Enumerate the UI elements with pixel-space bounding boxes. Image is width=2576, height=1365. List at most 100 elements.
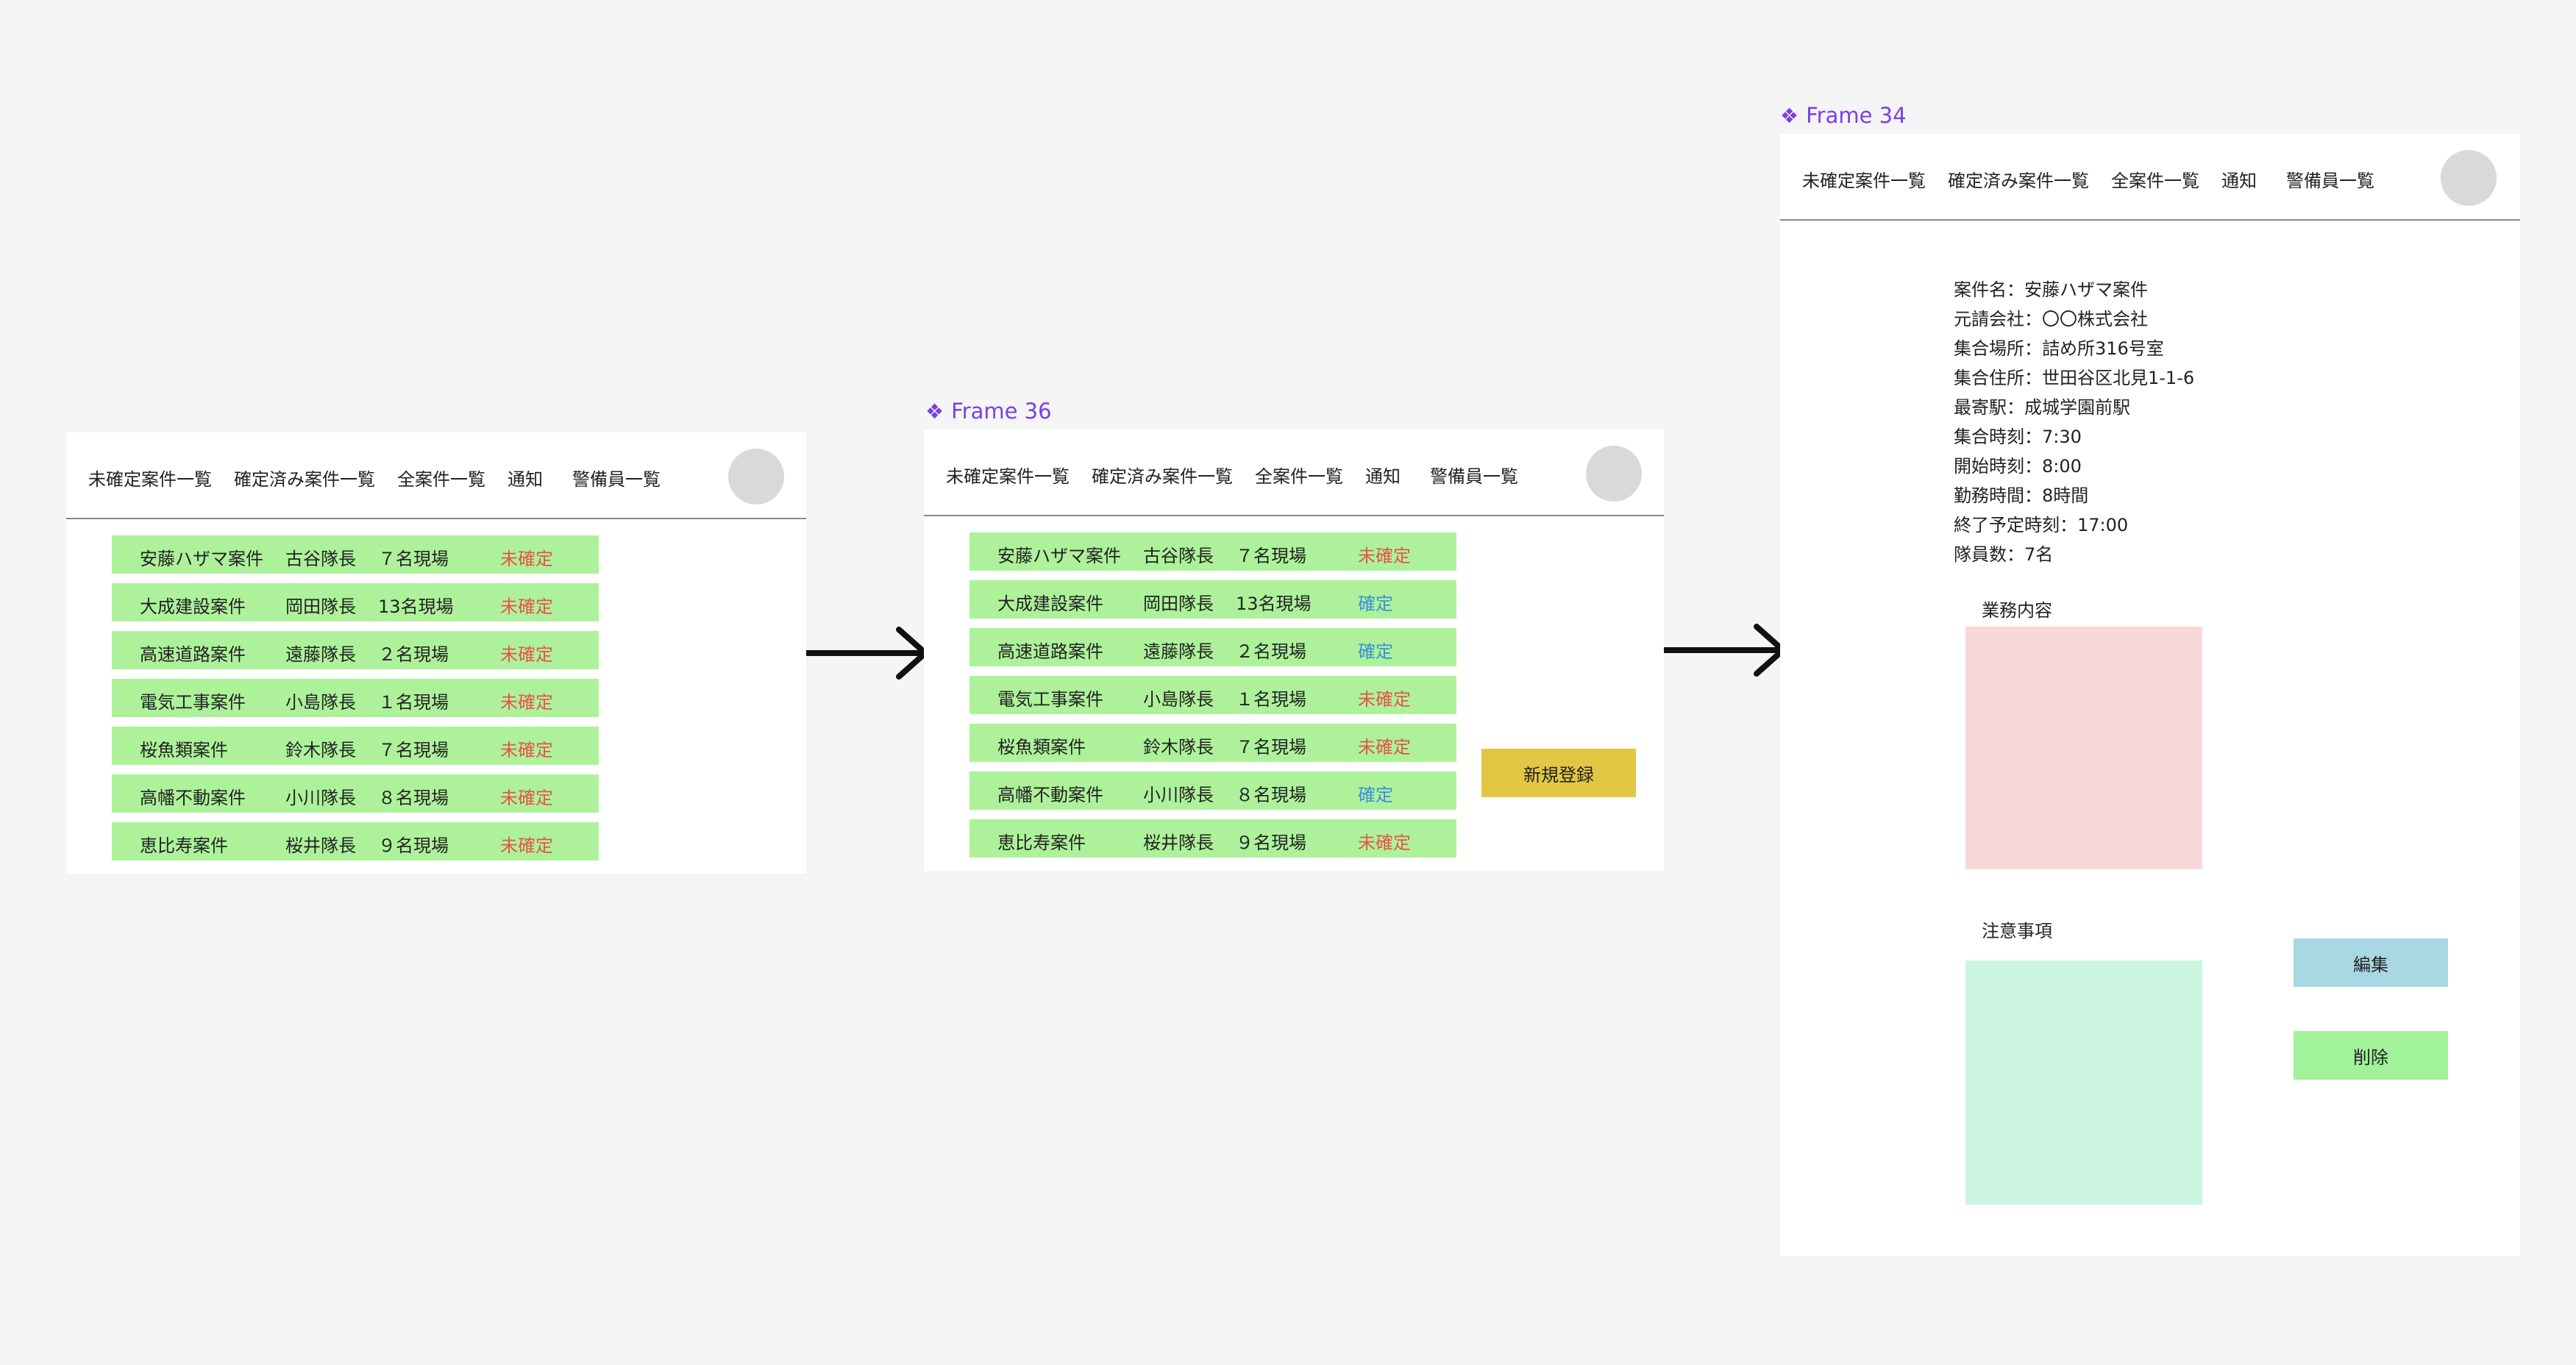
avatar[interactable] — [1586, 446, 1642, 502]
arrow-right-icon — [1664, 624, 1786, 677]
nav-bar: 未確定案件一覧 確定済み案件一覧 全案件一覧 通知 警備員一覧 — [1780, 134, 2520, 221]
nav-item-unconfirmed[interactable]: 未確定案件一覧 — [88, 465, 212, 491]
case-leader: 岡田隊長 — [1143, 594, 1214, 614]
detail-meeting-address: 集合住所：世田谷区北見1-1-6 — [1954, 368, 2195, 388]
case-leader: 鈴木隊長 — [1143, 737, 1214, 758]
case-leader: 桜井隊長 — [285, 835, 356, 856]
frame-34: 未確定案件一覧 確定済み案件一覧 全案件一覧 通知 警備員一覧 案件名：安藤ハザ… — [1780, 134, 2520, 1256]
avatar[interactable] — [728, 449, 784, 505]
case-row[interactable]: 桜魚類案件 鈴木隊長 ７名現場 未確定 — [969, 724, 1456, 762]
case-leader: 小島隊長 — [1143, 689, 1214, 710]
nav-item-confirmed[interactable]: 確定済み案件一覧 — [234, 465, 375, 491]
case-status: 未確定 — [500, 644, 553, 665]
nav-item-unconfirmed[interactable]: 未確定案件一覧 — [946, 462, 1070, 488]
frame-label-text: Frame 36 — [951, 399, 1052, 424]
case-name: 恵比寿案件 — [140, 835, 228, 856]
case-name: 安藤ハザマ案件 — [140, 549, 263, 569]
case-name: 大成建設案件 — [140, 596, 246, 617]
case-status: 未確定 — [1358, 833, 1411, 853]
case-name: 大成建設案件 — [997, 594, 1103, 614]
case-row[interactable]: 電気工事案件 小島隊長 １名現場 未確定 — [969, 676, 1456, 714]
frame-36: 未確定案件一覧 確定済み案件一覧 全案件一覧 通知 警備員一覧 安藤ハザマ案件 古… — [924, 430, 1664, 871]
case-row[interactable]: 高幡不動案件 小川隊長 ８名現場 確定 — [969, 771, 1456, 810]
detail-nearest-station: 最寄駅：成城学園前駅 — [1954, 397, 2130, 418]
work-content-box[interactable] — [1965, 627, 2202, 869]
case-site-size: １名現場 — [1236, 689, 1306, 710]
case-status: 未確定 — [500, 596, 553, 617]
case-status: 未確定 — [500, 692, 553, 713]
nav-item-notifications[interactable]: 通知 — [2221, 166, 2257, 192]
case-name: 高幡不動案件 — [140, 788, 246, 808]
case-leader: 遠藤隊長 — [285, 644, 356, 665]
case-status: 未確定 — [500, 788, 553, 808]
case-name: 電気工事案件 — [997, 689, 1103, 710]
case-row[interactable]: 恵比寿案件 桜井隊長 ９名現場 未確定 — [969, 819, 1456, 858]
nav-item-all[interactable]: 全案件一覧 — [2111, 166, 2199, 192]
detail-contractor: 元請会社：〇〇株式会社 — [1954, 309, 2148, 329]
case-leader: 小川隊長 — [285, 788, 356, 808]
case-site-size: ７名現場 — [378, 740, 449, 760]
case-row[interactable]: 安藤ハザマ案件 古谷隊長 ７名現場 未確定 — [969, 532, 1456, 571]
detail-case-name: 案件名：安藤ハザマ案件 — [1954, 279, 2148, 300]
detail-start-time: 開始時刻：8:00 — [1954, 456, 2082, 477]
case-status: 未確定 — [500, 740, 553, 760]
detail-meeting-place: 集合場所：詰め所316号室 — [1954, 338, 2164, 359]
case-leader: 遠藤隊長 — [1143, 641, 1214, 662]
case-row[interactable]: 電気工事案件 小島隊長 １名現場 未確定 — [112, 679, 599, 717]
case-leader: 古谷隊長 — [1143, 546, 1214, 566]
nav-item-guards[interactable]: 警備員一覧 — [572, 465, 661, 491]
nav-item-guards[interactable]: 警備員一覧 — [1430, 462, 1518, 488]
case-name: 高速道路案件 — [997, 641, 1103, 662]
detail-meeting-time: 集合時刻：7:30 — [1954, 427, 2082, 447]
case-row[interactable]: 高幡不動案件 小川隊長 ８名現場 未確定 — [112, 774, 599, 813]
case-name: 桜魚類案件 — [140, 740, 228, 760]
case-leader: 鈴木隊長 — [285, 740, 356, 760]
detail-work-hours: 勤務時間：8時間 — [1954, 485, 2089, 506]
nav-item-notifications[interactable]: 通知 — [1365, 462, 1401, 488]
case-site-size: ７名現場 — [378, 549, 449, 569]
case-name: 電気工事案件 — [140, 692, 246, 713]
arrow-right-icon — [806, 627, 928, 680]
case-leader: 桜井隊長 — [1143, 833, 1214, 853]
case-site-size: ７名現場 — [1236, 737, 1306, 758]
case-status: 未確定 — [500, 835, 553, 856]
nav-item-confirmed[interactable]: 確定済み案件一覧 — [1092, 462, 1233, 488]
case-site-size: ９名現場 — [378, 835, 449, 856]
component-icon: ❖ — [925, 399, 944, 424]
nav-item-unconfirmed[interactable]: 未確定案件一覧 — [1802, 166, 1926, 192]
avatar[interactable] — [2441, 150, 2497, 206]
case-site-size: １名現場 — [378, 692, 449, 713]
case-row[interactable]: 大成建設案件 岡田隊長 13名現場 確定 — [969, 580, 1456, 619]
case-site-size: ２名現場 — [1236, 641, 1306, 662]
case-site-size: 13名現場 — [378, 596, 454, 617]
case-row[interactable]: 桜魚類案件 鈴木隊長 ７名現場 未確定 — [112, 727, 599, 765]
case-status: 未確定 — [1358, 689, 1411, 710]
case-row[interactable]: 高速道路案件 遠藤隊長 ２名現場 確定 — [969, 628, 1456, 666]
case-leader: 小川隊長 — [1143, 785, 1214, 805]
case-row[interactable]: 安藤ハザマ案件 古谷隊長 ７名現場 未確定 — [112, 535, 599, 574]
case-site-size: ９名現場 — [1236, 833, 1306, 853]
frame-label-text: Frame 34 — [1806, 103, 1907, 128]
case-row[interactable]: 恵比寿案件 桜井隊長 ９名現場 未確定 — [112, 822, 599, 860]
case-status: 確定 — [1358, 594, 1393, 614]
nav-item-guards[interactable]: 警備員一覧 — [2286, 166, 2374, 192]
case-site-size: ８名現場 — [1236, 785, 1306, 805]
nav-item-confirmed[interactable]: 確定済み案件一覧 — [1948, 166, 2089, 192]
case-site-size: ７名現場 — [1236, 546, 1306, 566]
work-content-title: 業務内容 — [1982, 600, 2052, 621]
nav-item-all[interactable]: 全案件一覧 — [1255, 462, 1343, 488]
case-name: 桜魚類案件 — [997, 737, 1086, 758]
case-site-size: 13名現場 — [1236, 594, 1312, 614]
new-registration-button[interactable]: 新規登録 — [1481, 749, 1636, 797]
case-row[interactable]: 高速道路案件 遠藤隊長 ２名現場 未確定 — [112, 631, 599, 669]
case-name: 高速道路案件 — [140, 644, 246, 665]
delete-button[interactable]: 削除 — [2294, 1031, 2448, 1080]
frame-label: ❖ Frame 34 — [1780, 103, 1907, 128]
nav-item-all[interactable]: 全案件一覧 — [397, 465, 485, 491]
nav-item-notifications[interactable]: 通知 — [508, 465, 543, 491]
notes-box[interactable] — [1965, 961, 2202, 1205]
edit-button[interactable]: 編集 — [2294, 938, 2448, 987]
case-status: 未確定 — [500, 549, 553, 569]
case-leader: 古谷隊長 — [285, 549, 356, 569]
case-row[interactable]: 大成建設案件 岡田隊長 13名現場 未確定 — [112, 583, 599, 621]
